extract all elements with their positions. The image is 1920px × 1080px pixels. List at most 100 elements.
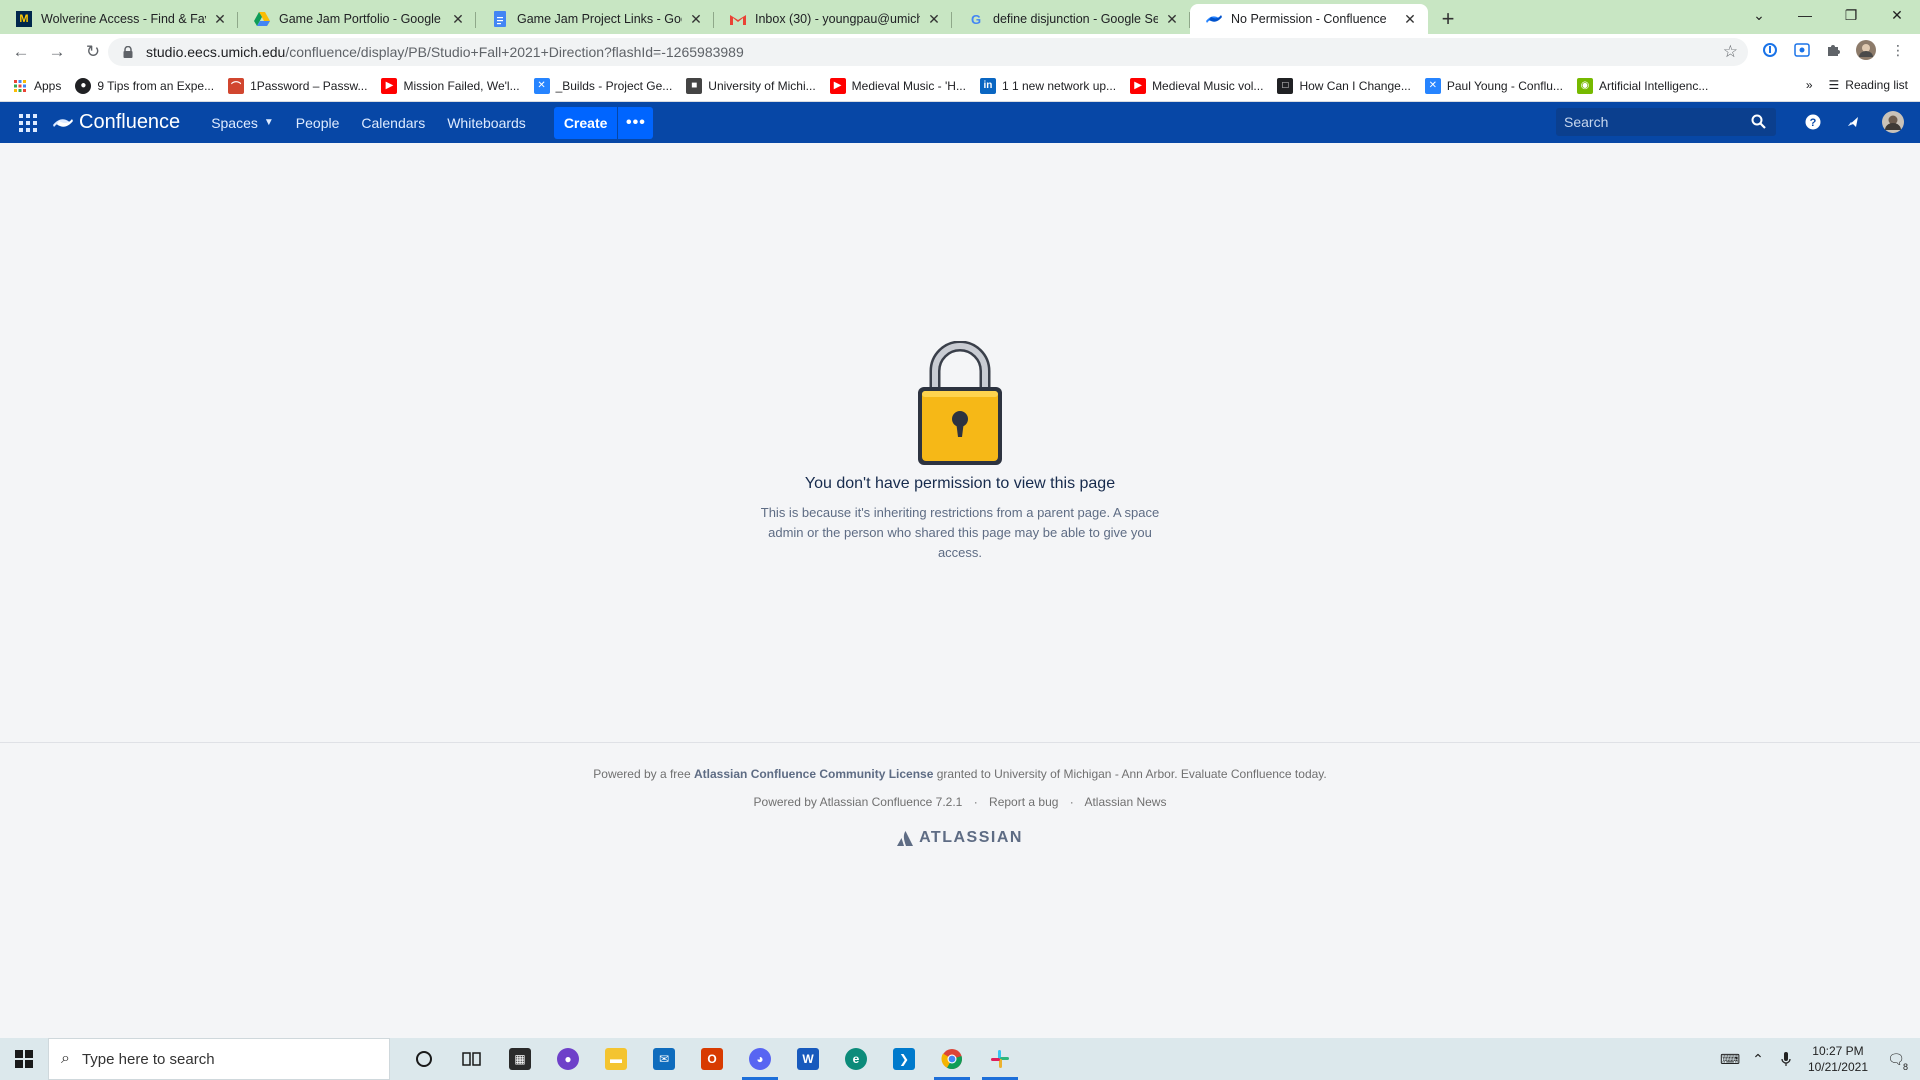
taskbar-app-edge[interactable]: e	[832, 1038, 880, 1080]
close-icon[interactable]: ✕	[926, 11, 942, 27]
help-icon[interactable]: ?	[1802, 111, 1824, 133]
close-window-button[interactable]: ✕	[1874, 0, 1920, 30]
version-link[interactable]: Powered by Atlassian Confluence 7.2.1	[754, 795, 963, 809]
tab-game-jam-portfolio[interactable]: Game Jam Portfolio - Google Driv ✕	[238, 4, 476, 34]
bookmark-apps[interactable]: Apps	[12, 78, 61, 94]
taskbar-app-store[interactable]: ▦	[496, 1038, 544, 1080]
url-host: studio.eecs.umich.edu	[146, 44, 286, 60]
new-tab-button[interactable]: +	[1434, 4, 1462, 34]
permission-heading: You don't have permission to view this p…	[804, 475, 1116, 492]
bookmark-how-can-i-change[interactable]: □ How Can I Change...	[1277, 77, 1411, 94]
no-permission-panel: You don't have permission to view this p…	[0, 341, 1920, 563]
bookmark-medieval-music-h[interactable]: ▶ Medieval Music - 'H...	[829, 77, 966, 94]
taskbar-app-office[interactable]: O	[688, 1038, 736, 1080]
nav-people[interactable]: People	[285, 115, 351, 131]
create-more-button[interactable]: •••	[617, 106, 654, 139]
bookmark-university-of-michigan[interactable]: ■ University of Michi...	[686, 77, 816, 94]
lock-icon[interactable]	[120, 44, 136, 60]
close-icon[interactable]: ✕	[1402, 11, 1418, 27]
bookmark-mission-failed[interactable]: ▶ Mission Failed, We'l...	[381, 77, 520, 94]
bookmark-linkedin[interactable]: in 1 1 new network up...	[979, 77, 1116, 94]
extensions-puzzle-icon[interactable]	[1824, 40, 1844, 60]
tab-wolverine-access[interactable]: M Wolverine Access - Find & Favorit ✕	[0, 4, 238, 34]
address-bar[interactable]: studio.eecs.umich.edu/confluence/display…	[108, 38, 1748, 66]
bookmark-paul-young-confluence[interactable]: ✕ Paul Young - Conflu...	[1424, 77, 1563, 94]
chrome-menu-icon[interactable]: ⋮	[1888, 40, 1908, 60]
taskbar-app-slack[interactable]	[976, 1038, 1024, 1080]
bookmark-1password[interactable]: ⌒ 1Password – Passw...	[228, 77, 367, 94]
app-switcher-icon[interactable]	[19, 113, 37, 132]
tab-gmail-inbox[interactable]: Inbox (30) - youngpau@umich.e ✕	[714, 4, 952, 34]
close-icon[interactable]: ✕	[212, 11, 228, 27]
tab-game-jam-project-links[interactable]: Game Jam Project Links - Google ✕	[476, 4, 714, 34]
tab-search-icon[interactable]: ⌄	[1736, 0, 1782, 30]
task-view-button[interactable]	[448, 1038, 496, 1080]
nav-calendars[interactable]: Calendars	[350, 115, 436, 131]
password-extension-icon[interactable]	[1760, 40, 1780, 60]
create-button[interactable]: Create	[553, 106, 618, 139]
rainbow-icon: ⌒	[228, 77, 245, 94]
bookmark-star-icon[interactable]: ☆	[1723, 42, 1738, 62]
tab-title: No Permission - Confluence	[1231, 12, 1387, 26]
url-path: /confluence/display/PB/Studio+Fall+2021+…	[285, 44, 744, 60]
cortana-button[interactable]	[400, 1038, 448, 1080]
forward-button[interactable]: →	[42, 37, 72, 67]
atlassian-logo[interactable]: ATLASSIAN	[0, 829, 1920, 847]
chevron-up-icon[interactable]: ⌃	[1744, 1051, 1772, 1068]
minimize-button[interactable]: —	[1782, 0, 1828, 30]
bookmark-label: Artificial Intelligenc...	[1598, 78, 1709, 93]
confluence-logo[interactable]: Confluence	[53, 111, 180, 134]
license-link[interactable]: Atlassian Confluence Community License	[694, 767, 933, 781]
slack-icon	[991, 1050, 1009, 1068]
footer-powered-suffix[interactable]: granted to University of Michigan - Ann …	[937, 767, 1327, 781]
tab-title: Game Jam Portfolio - Google Driv	[279, 12, 444, 26]
report-bug-link[interactable]: Report a bug	[989, 795, 1058, 809]
keyboard-icon[interactable]: ⌨	[1716, 1051, 1744, 1068]
reading-list-button[interactable]: ☰ Reading list	[1829, 78, 1908, 92]
close-icon[interactable]: ✕	[450, 11, 466, 27]
bookmark-label: Medieval Music - 'H...	[851, 78, 966, 93]
notifications-icon[interactable]	[1842, 111, 1864, 133]
close-icon[interactable]: ✕	[1164, 11, 1180, 27]
more-bookmarks-button[interactable]: »	[1806, 78, 1813, 92]
taskbar-app-discord[interactable]: ◕	[736, 1038, 784, 1080]
profile-avatar-icon[interactable]	[1856, 40, 1876, 60]
tab-no-permission-confluence[interactable]: No Permission - Confluence ✕	[1190, 4, 1428, 34]
bookmark-builds[interactable]: ✕ _Builds - Project Ge...	[533, 77, 672, 94]
restore-button[interactable]: ❐	[1828, 0, 1874, 30]
browser-toolbar: ← → ↻ studio.eecs.umich.edu/confluence/d…	[0, 34, 1920, 70]
back-button[interactable]: ←	[6, 37, 36, 67]
search-icon: ⌕	[61, 1050, 70, 1067]
apps-grid-icon	[12, 78, 28, 94]
linkedin-icon: in	[979, 77, 996, 94]
browser-tab-strip: M Wolverine Access - Find & Favorit ✕ Ga…	[0, 0, 1920, 34]
taskbar-app-word[interactable]: W	[784, 1038, 832, 1080]
taskbar-app-github[interactable]: ●	[544, 1038, 592, 1080]
atlassian-news-link[interactable]: Atlassian News	[1084, 795, 1166, 809]
taskbar-app-mail[interactable]: ✉	[640, 1038, 688, 1080]
notification-center-icon[interactable]: 🗨 8	[1882, 1051, 1910, 1072]
bookmark-medieval-music-vol[interactable]: ▶ Medieval Music vol...	[1130, 77, 1263, 94]
nav-spaces[interactable]: Spaces ▼	[200, 115, 285, 131]
taskbar-app-chrome[interactable]	[928, 1038, 976, 1080]
confluence-search-input[interactable]: Search	[1556, 108, 1776, 136]
bookmark-artificial-intelligence[interactable]: ◉ Artificial Intelligenc...	[1576, 77, 1709, 94]
taskbar-clock[interactable]: 10:27 PM 10/21/2021	[1808, 1043, 1868, 1075]
cortana-icon	[416, 1051, 432, 1067]
taskbar-search-input[interactable]: ⌕ Type here to search	[48, 1038, 390, 1080]
screen-capture-extension-icon[interactable]	[1792, 40, 1812, 60]
tab-google-search[interactable]: G define disjunction - Google Searc ✕	[952, 4, 1190, 34]
search-icon[interactable]	[1751, 114, 1766, 132]
reload-button[interactable]: ↻	[78, 37, 108, 67]
taskbar-app-explorer[interactable]: ▬	[592, 1038, 640, 1080]
youtube-icon: ▶	[381, 77, 398, 94]
microphone-icon[interactable]	[1772, 1051, 1800, 1067]
confluence-logo-icon	[53, 118, 73, 127]
close-icon[interactable]: ✕	[688, 11, 704, 27]
user-avatar[interactable]	[1882, 111, 1904, 133]
bookmark-9-tips[interactable]: ● 9 Tips from an Expe...	[75, 77, 214, 94]
taskbar-app-vscode[interactable]: ❯	[880, 1038, 928, 1080]
folder-icon: ▬	[605, 1048, 627, 1070]
start-button[interactable]	[0, 1038, 48, 1080]
nav-whiteboards[interactable]: Whiteboards	[436, 115, 537, 131]
